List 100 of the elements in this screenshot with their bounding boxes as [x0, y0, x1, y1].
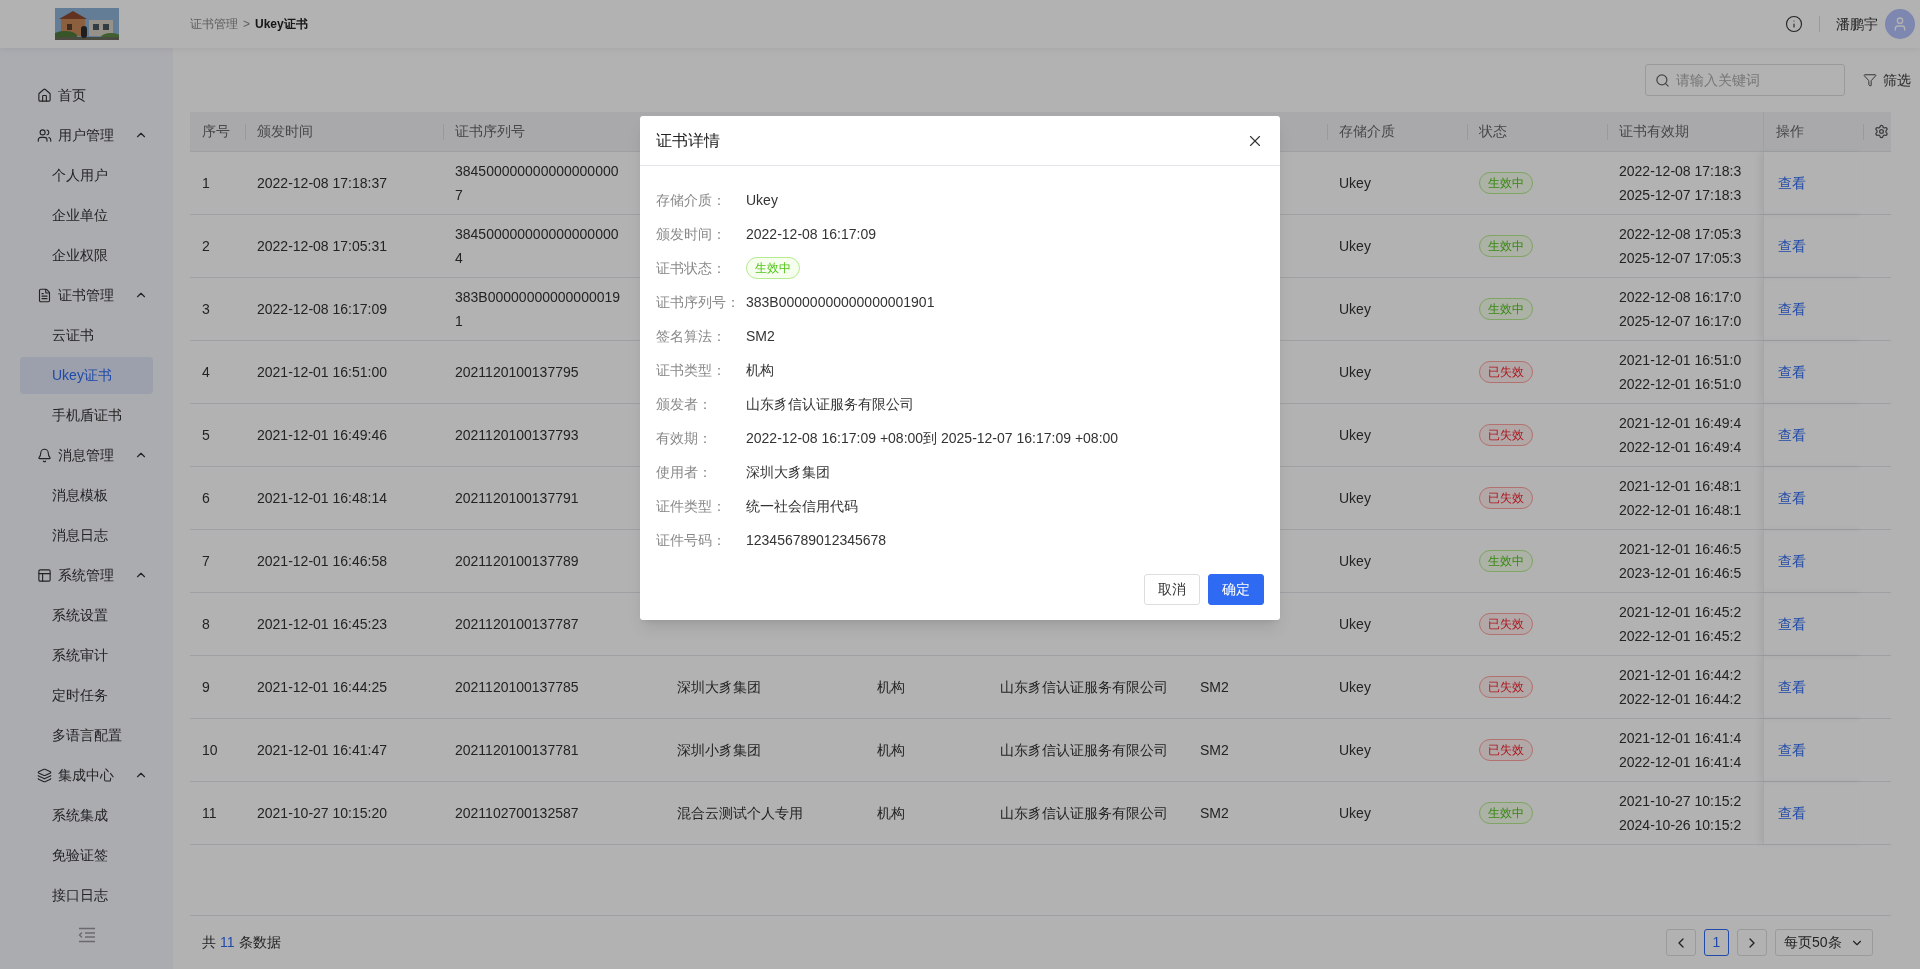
table-cell-text: 山东豸信认证服务有限公司 — [1000, 803, 1168, 823]
cancel-button[interactable]: 取消 — [1144, 574, 1200, 605]
sidebar-item[interactable]: 定时任务 — [20, 676, 153, 714]
sidebar-group[interactable]: 集成中心 — [37, 764, 148, 786]
serial-number-text: 2021102700132587 — [455, 804, 579, 823]
column-header: 序号 — [202, 122, 230, 141]
sidebar-item[interactable]: 企业权限 — [20, 236, 153, 274]
view-link[interactable]: 查看 — [1778, 487, 1806, 509]
validity-date: 2022-12-01 16:45:2 — [1619, 627, 1742, 646]
sidebar-item[interactable]: 多语言配置 — [20, 716, 153, 754]
serial-number-text: 7 — [455, 186, 464, 205]
sidebar-item[interactable]: 接口日志 — [20, 876, 153, 914]
search-field[interactable]: 请输入关键词 — [1645, 64, 1845, 96]
table-cell-text: 11 — [202, 803, 217, 823]
filter-button[interactable]: 筛选 — [1863, 64, 1911, 96]
view-link[interactable]: 查看 — [1778, 235, 1806, 257]
table-cell-text: Ukey — [1339, 740, 1371, 760]
table-cell-text: 机构 — [877, 740, 905, 760]
field-label: 有效期： — [656, 428, 713, 448]
view-link[interactable]: 查看 — [1778, 298, 1806, 320]
serial-number-text: 2021120100137785 — [455, 678, 579, 697]
validity-date: 2021-12-01 16:51:0 — [1619, 351, 1742, 370]
field-label: 颁发时间： — [656, 224, 727, 244]
sidebar-item[interactable]: 系统审计 — [20, 636, 153, 674]
view-link[interactable]: 查看 — [1778, 613, 1806, 635]
sidebar-item[interactable]: 企业单位 — [20, 196, 153, 234]
status-tag: 生效中 — [1479, 235, 1533, 257]
validity-date: 2022-12-01 16:48:1 — [1619, 501, 1742, 520]
table-cell-text: SM2 — [1200, 677, 1229, 697]
search-input[interactable]: 请输入关键词 — [1676, 69, 1835, 91]
table-cell-text: 9 — [202, 677, 210, 697]
field-value: 深圳大豸集团 — [746, 462, 830, 482]
sidebar-item[interactable]: 系统设置 — [20, 596, 153, 634]
confirm-button[interactable]: 确定 — [1208, 574, 1264, 605]
view-link[interactable]: 查看 — [1778, 802, 1806, 824]
validity-date: 2021-12-01 16:46:5 — [1619, 540, 1742, 559]
status-tag: 已失效 — [1479, 676, 1533, 698]
sidebar-item[interactable]: 消息模板 — [20, 476, 153, 514]
sidebar-item[interactable]: 消息日志 — [20, 516, 153, 554]
table-cell-text: 2021-12-01 16:51:00 — [257, 362, 387, 382]
serial-number-text: 2021120100137789 — [455, 552, 579, 571]
table-cell-text: 2 — [202, 236, 210, 256]
table-cell-text: Ukey — [1339, 299, 1371, 319]
table-cell-text: 8 — [202, 614, 210, 634]
status-tag: 生效中 — [1479, 802, 1533, 824]
validity-date: 2022-12-01 16:44:2 — [1619, 690, 1742, 709]
sidebar-item[interactable]: 系统集成 — [20, 796, 153, 834]
column-header: 状态 — [1479, 122, 1507, 141]
sidebar-item[interactable]: 手机盾证书 — [20, 396, 153, 434]
sidebar-item[interactable]: 云证书 — [20, 316, 153, 354]
table-cell-text: 2022-12-08 17:18:37 — [257, 173, 387, 193]
view-link[interactable]: 查看 — [1778, 739, 1806, 761]
page-size-select[interactable]: 每页50条 — [1775, 929, 1873, 956]
table-cell-text: Ukey — [1339, 236, 1371, 256]
view-link[interactable]: 查看 — [1778, 172, 1806, 194]
status-tag: 已失效 — [1479, 739, 1533, 761]
total-count: 11 — [220, 933, 235, 952]
sidebar-group[interactable]: 系统管理 — [37, 564, 148, 586]
field-value: 统一社会信用代码 — [746, 496, 858, 516]
sidebar-item[interactable]: 首页 — [20, 76, 153, 114]
serial-number-text: 384500000000000000000 — [455, 162, 619, 181]
sidebar-group[interactable]: 用户管理 — [37, 124, 148, 146]
column-header: 证书有效期 — [1619, 122, 1689, 141]
validity-date: 2022-12-01 16:41:4 — [1619, 753, 1742, 772]
validity-date: 2024-10-26 10:15:2 — [1619, 816, 1742, 835]
field-value: 2022-12-08 16:17:09 +08:00到 2025-12-07 16:17:09 +08:00 — [746, 428, 1119, 448]
total-label: 共 — [202, 933, 216, 952]
validity-date: 2022-12-08 17:05:3 — [1619, 225, 1742, 244]
field-label: 证件号码： — [656, 530, 727, 550]
serial-number-text: 4 — [455, 249, 464, 268]
table-cell-text: 2021-10-27 10:15:20 — [257, 803, 387, 823]
table-cell-text: 机构 — [877, 677, 905, 697]
page-button[interactable]: 1 — [1704, 929, 1729, 956]
table-cell-text: 2021-12-01 16:45:23 — [257, 614, 387, 634]
validity-date: 2022-12-01 16:49:4 — [1619, 438, 1742, 457]
sidebar-item[interactable]: 免验证签 — [20, 836, 153, 874]
status-tag: 生效中 — [1479, 298, 1533, 320]
view-link[interactable]: 查看 — [1778, 550, 1806, 572]
validity-date: 2021-12-01 16:41:4 — [1619, 729, 1742, 748]
sidebar-group[interactable]: 消息管理 — [37, 444, 148, 466]
table-cell-text: 2021-12-01 16:41:47 — [257, 740, 387, 760]
status-tag: 生效中 — [1479, 172, 1533, 194]
view-link[interactable]: 查看 — [1778, 361, 1806, 383]
table-cell-text: 7 — [202, 551, 210, 571]
table-cell-text: 3 — [202, 299, 210, 319]
status-tag: 已失效 — [1479, 487, 1533, 509]
field-label: 证书序列号： — [656, 292, 741, 312]
table-cell-text: Ukey — [1339, 551, 1371, 571]
field-value: 383B00000000000000001901 — [746, 292, 935, 312]
sidebar-group[interactable]: 证书管理 — [37, 284, 148, 306]
table-cell-text: Ukey — [1339, 425, 1371, 445]
field-label: 证件类型： — [656, 496, 727, 516]
user-name: 潘鹏宇 — [1836, 14, 1878, 34]
view-link[interactable]: 查看 — [1778, 676, 1806, 698]
dialog-title: 证书详情 — [656, 130, 720, 151]
column-header: 证书序列号 — [455, 122, 525, 141]
field-value: 山东豸信认证服务有限公司 — [746, 394, 914, 414]
sidebar-item[interactable]: 个人用户 — [20, 156, 153, 194]
field-value: 123456789012345678 — [746, 530, 887, 550]
view-link[interactable]: 查看 — [1778, 424, 1806, 446]
